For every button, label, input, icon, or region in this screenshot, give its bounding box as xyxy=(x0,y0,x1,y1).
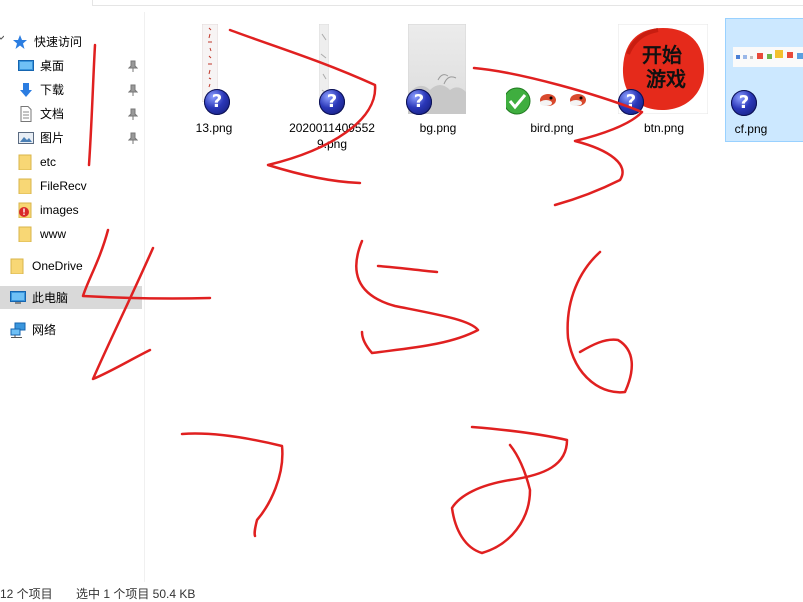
status-item-count: 12 个项目 xyxy=(0,587,53,601)
annotation-stroke-3 xyxy=(472,66,644,207)
annotation-stroke-5 xyxy=(355,239,480,355)
annotation-overlay xyxy=(81,28,644,555)
annotation-stroke-2 xyxy=(228,28,377,185)
annotation-stroke-4 xyxy=(81,228,212,381)
annotation-stroke-1 xyxy=(87,43,97,167)
annotation-stroke-7 xyxy=(180,432,284,538)
annotation-stroke-6 xyxy=(566,250,633,394)
status-selection: 选中 1 个项目 50.4 KB xyxy=(76,587,196,601)
status-bar: 12 个项目 选中 1 个项目 50.4 KB xyxy=(0,583,803,601)
annotation-stroke-8 xyxy=(450,425,569,555)
